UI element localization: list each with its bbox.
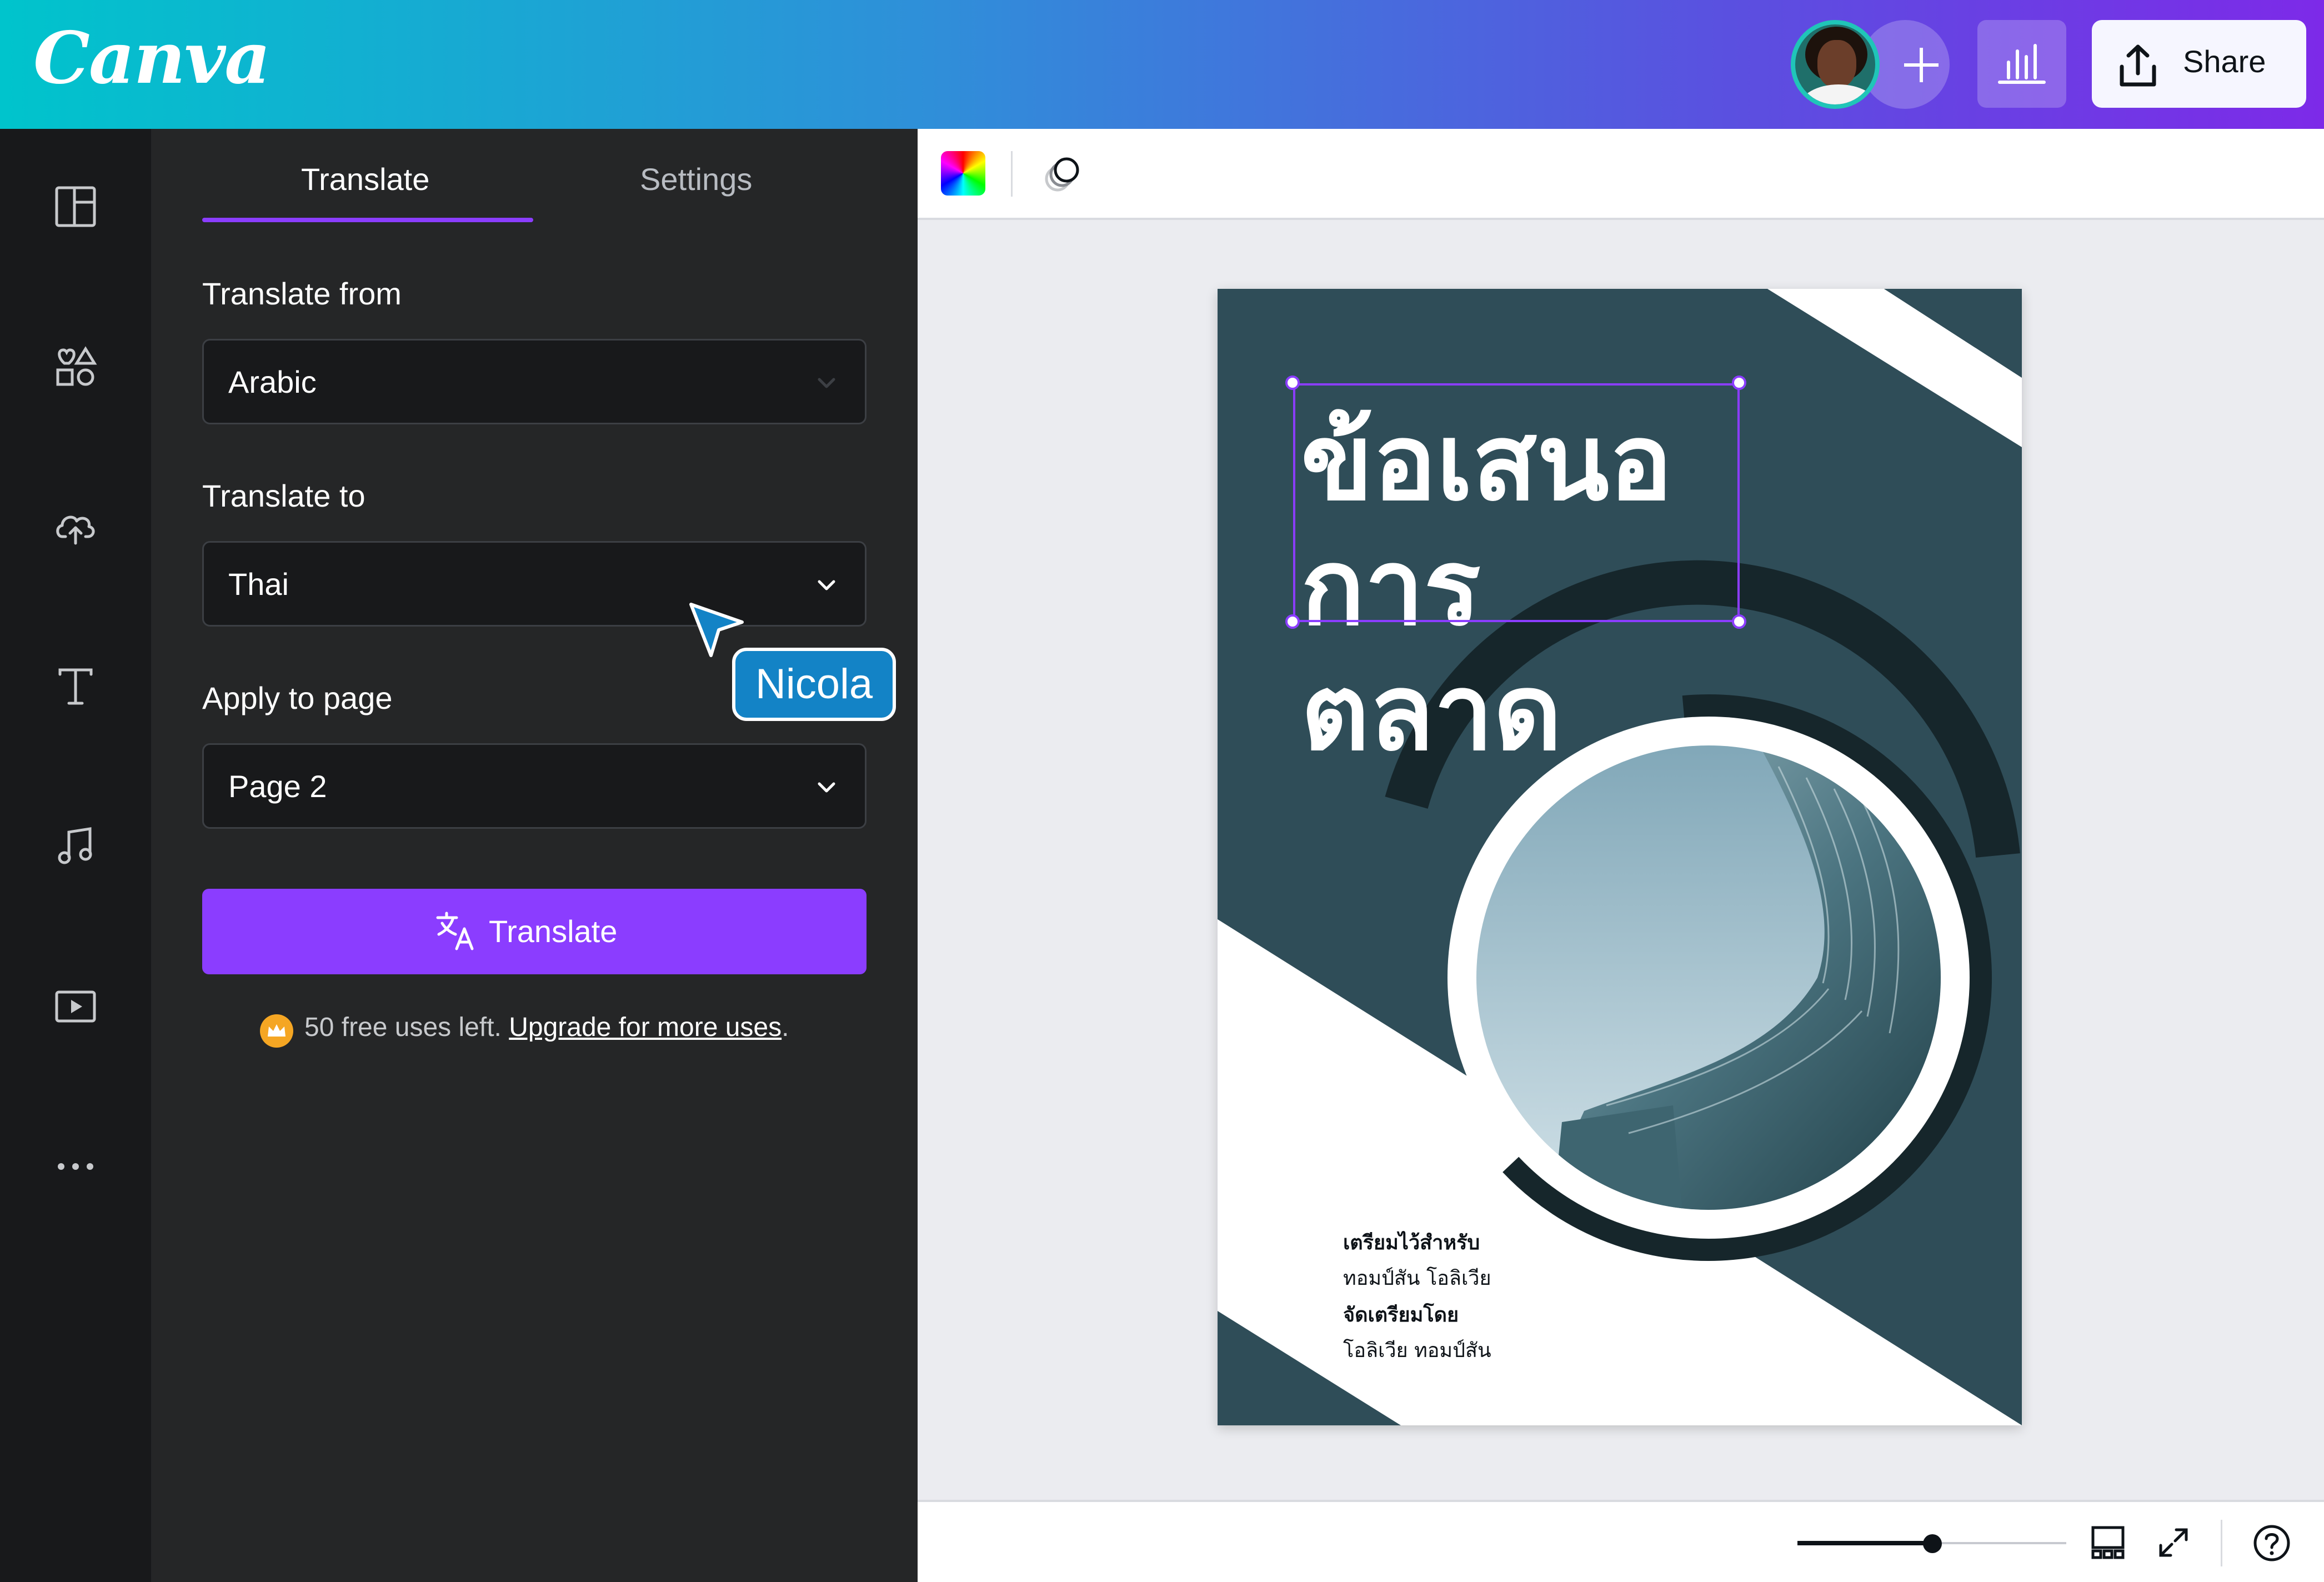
help-icon[interactable] xyxy=(2251,1522,2293,1564)
video-icon[interactable] xyxy=(53,984,98,1029)
apply-to-page-value: Page 2 xyxy=(228,769,327,804)
apply-to-page-label: Apply to page xyxy=(202,680,393,715)
text-icon[interactable] xyxy=(53,664,98,709)
collaborator-name-tag: Nicola xyxy=(732,648,896,721)
chevron-down-icon xyxy=(818,378,835,388)
apply-to-page-select[interactable]: Page 2 xyxy=(202,743,867,829)
share-label: Share xyxy=(2183,44,2266,79)
translate-to-label: Translate to xyxy=(202,478,365,513)
bar-chart-icon xyxy=(1998,44,2046,84)
design-page[interactable]: ข้อเสนอ การตลาด เตรียมไว้สำหรับ ทอมป์สัน… xyxy=(1218,289,2022,1425)
footer-divider xyxy=(2221,1520,2222,1566)
translate-icon xyxy=(436,912,474,950)
translate-from-value: Arabic xyxy=(228,364,317,399)
canva-logo[interactable]: Canva xyxy=(33,17,271,100)
prepared-for-value: ทอมป์สัน โอลิเวีย xyxy=(1343,1267,1491,1290)
chevron-down-icon xyxy=(818,782,835,793)
page-view-icon[interactable] xyxy=(2088,1523,2127,1562)
upgrade-link[interactable]: Upgrade for more uses xyxy=(509,1013,782,1042)
translate-button[interactable]: Translate xyxy=(202,889,867,974)
translate-from-label: Translate from xyxy=(202,276,402,311)
transparency-icon[interactable] xyxy=(1041,151,1085,196)
prepared-by-value: โอลิเวีย ทอมป์สัน xyxy=(1343,1339,1491,1362)
side-rail xyxy=(0,129,151,1582)
bottom-bar xyxy=(918,1500,2324,1582)
element-toolbar xyxy=(918,129,2324,220)
top-bar: Canva Share xyxy=(0,0,2324,129)
upload-arrow-icon xyxy=(2120,44,2156,87)
resize-handle[interactable] xyxy=(1732,614,1746,629)
translate-to-select[interactable]: Thai xyxy=(202,541,867,627)
translate-panel: Translate Settings Translate from Arabic… xyxy=(151,129,918,1582)
more-icon[interactable] xyxy=(53,1144,98,1189)
prepared-by-label: จัดเตรียมโดย xyxy=(1343,1304,1459,1326)
active-tab-indicator xyxy=(202,218,533,222)
usage-note: 50 free uses left. Upgrade for more uses… xyxy=(304,1012,789,1043)
elements-icon[interactable] xyxy=(53,344,98,389)
tab-settings[interactable]: Settings xyxy=(640,161,752,197)
resize-handle[interactable] xyxy=(1285,614,1300,629)
toolbar-divider xyxy=(1011,151,1013,197)
share-button[interactable]: Share xyxy=(2092,20,2306,108)
music-note-icon[interactable] xyxy=(53,824,98,869)
fullscreen-icon[interactable] xyxy=(2154,1523,2193,1562)
avatar[interactable] xyxy=(1791,20,1880,109)
text-color-button[interactable] xyxy=(941,151,985,196)
layout-icon[interactable] xyxy=(53,184,98,229)
tab-translate[interactable]: Translate xyxy=(301,161,429,197)
chevron-down-icon xyxy=(818,580,835,590)
zoom-slider-knob[interactable] xyxy=(1923,1534,1942,1553)
prepared-for-label: เตรียมไว้สำหรับ xyxy=(1343,1231,1480,1254)
upload-cloud-icon[interactable] xyxy=(53,504,98,549)
usage-text: 50 free uses left. xyxy=(304,1013,502,1042)
resize-handle[interactable] xyxy=(1732,376,1746,390)
translate-to-value: Thai xyxy=(228,567,289,602)
crown-icon xyxy=(260,1014,293,1048)
usage-period: . xyxy=(782,1013,789,1042)
selection-box xyxy=(1293,383,1740,622)
translate-button-label: Translate xyxy=(489,914,618,949)
zoom-slider-fill xyxy=(1797,1541,1931,1545)
resize-handle[interactable] xyxy=(1285,376,1300,390)
translate-from-select[interactable]: Arabic xyxy=(202,339,867,424)
insights-button[interactable] xyxy=(1977,20,2066,108)
